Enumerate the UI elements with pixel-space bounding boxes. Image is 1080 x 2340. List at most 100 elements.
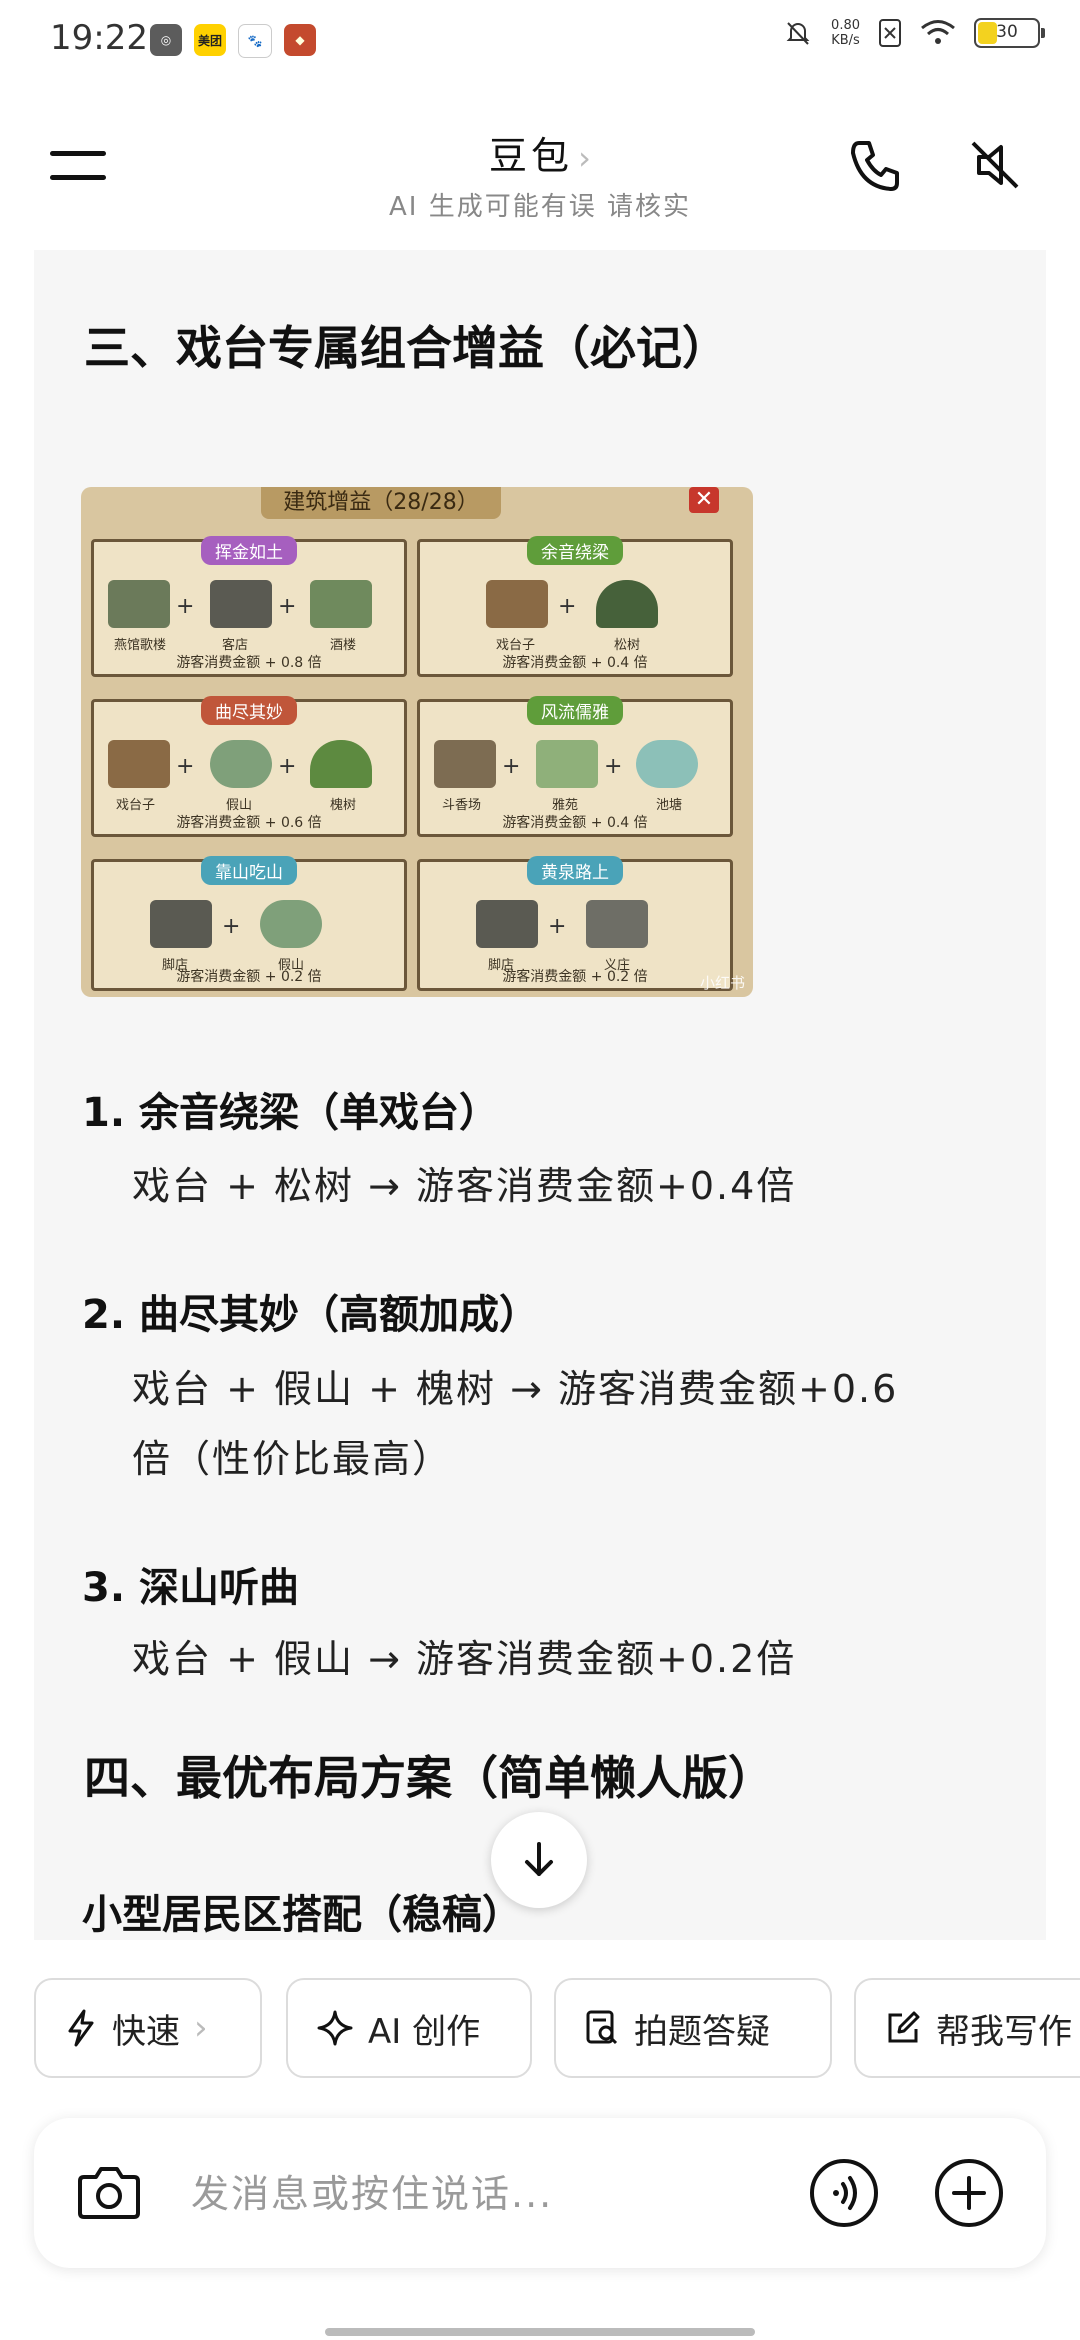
header-subtitle: AI 生成可能有误 请核实 [389, 192, 691, 222]
list-item-body: 戏台 + 松树 → 游客消费金额+0.4倍 [132, 1164, 797, 1208]
plus-icon: + [558, 594, 577, 619]
list-item-body: 倍（性价比最高） [132, 1437, 453, 1481]
pond-icon [636, 740, 698, 788]
tree-icon [310, 740, 372, 788]
status-right: 0.80 KB/s 30 [783, 18, 1045, 48]
phone-icon [851, 141, 899, 191]
call-button[interactable] [845, 135, 905, 195]
wifi-icon [921, 20, 955, 44]
list-item-body: 戏台 + 假山 → 游客消费金额+0.2倍 [132, 1637, 797, 1681]
plus-icon: + [278, 754, 297, 779]
menu-button[interactable] [50, 145, 110, 189]
chat-header: 豆包 › AI 生成可能有误 请核实 [0, 95, 1080, 245]
building-icon [108, 740, 170, 788]
building-name: 燕馆歌楼 [114, 638, 167, 653]
lightning-icon [68, 2009, 94, 2047]
building-name: 酒楼 [330, 638, 357, 653]
combo-panel: 黄泉路上 + 脚店 义庄 游客消费金额 + 0.2 倍 [417, 856, 733, 991]
message-content: 三、戏台专属组合增益（必记） 建筑增益（28/28） ✕ 挥金如土 + + 燕馆… [34, 250, 1046, 1940]
combo-panel: 靠山吃山 + 脚店 假山 游客消费金额 + 0.2 倍 [91, 856, 407, 991]
plus-icon: + [604, 754, 623, 779]
speaker-mute-button[interactable] [965, 135, 1025, 195]
list-item-body: 戏台 + 假山 + 槐树 → 游客消费金额+0.6 [132, 1367, 899, 1411]
plus-icon: + [548, 914, 567, 939]
building-name: 雅苑 [552, 798, 579, 813]
message-composer [34, 2118, 1046, 2268]
building-icon [434, 740, 496, 788]
meituan-icon: 美团 [194, 24, 226, 56]
building-icon [536, 740, 598, 788]
section-heading: 四、最优布局方案（简单懒人版） [84, 1751, 774, 1805]
edit-icon [888, 2011, 920, 2043]
building-icon [108, 580, 170, 628]
combo-panel: 风流儒雅 + + 斗香场 雅苑 池塘 游客消费金额 + 0.4 倍 [417, 696, 733, 837]
subheading: 小型居民区搭配（稳稿） [82, 1882, 522, 1940]
status-bar: 19:22 ◎ 美团 🐾 ◆ 0.80 KB/s 30 [0, 0, 1080, 80]
building-combo-image[interactable]: 建筑增益（28/28） ✕ 挥金如土 + + 燕馆歌楼 客店 酒楼 游客消费金额… [81, 487, 753, 997]
panel-footer: 游客消费金额 + 0.4 倍 [502, 655, 648, 671]
plus-circle-icon [935, 2159, 1003, 2227]
panel-tag: 余音绕梁 [527, 536, 623, 565]
combo-panel: 余音绕梁 + 戏台子 松树 游客消费金额 + 0.4 倍 [417, 536, 733, 677]
menu-line [50, 175, 106, 180]
baidu-icon: 🐾 [238, 24, 272, 58]
chip-write[interactable]: 帮我写作 [854, 1978, 1080, 2078]
status-app-icons: ◎ 美团 🐾 ◆ [150, 24, 316, 58]
chip-photo-question[interactable]: 拍题答疑 [554, 1978, 832, 2078]
panel-footer: 游客消费金额 + 0.6 倍 [176, 815, 322, 831]
image-header: 建筑增益（28/28） [261, 487, 501, 519]
building-icon [310, 580, 372, 628]
list-item-title: 2. 曲尽其妙（高额加成） [82, 1292, 539, 1338]
voice-call-button[interactable] [809, 2158, 879, 2228]
header-title-block[interactable]: 豆包 › AI 生成可能有误 请核实 [340, 125, 740, 223]
message-input[interactable] [189, 2163, 813, 2225]
camera-button[interactable] [76, 2161, 142, 2223]
plus-icon: + [222, 914, 241, 939]
chevron-right-icon: › [578, 139, 591, 177]
building-icon [476, 900, 538, 948]
weixin-icon: ◎ [150, 24, 182, 56]
mute-notification-icon [786, 22, 810, 45]
panel-footer: 游客消费金额 + 0.8 倍 [176, 655, 322, 671]
net-speed: 0.80 KB/s [831, 18, 860, 48]
building-icon [150, 900, 212, 948]
close-icon: ✕ [689, 487, 719, 513]
building-name: 斗香场 [442, 798, 482, 813]
building-name: 池塘 [656, 798, 683, 813]
plus-icon: + [278, 594, 297, 619]
section-heading: 三、戏台专属组合增益（必记） [84, 321, 728, 375]
tree-icon [596, 580, 658, 628]
plus-icon: + [502, 754, 521, 779]
chevron-right-icon: › [194, 2008, 208, 2048]
chip-fast[interactable]: 快速 › [34, 1978, 262, 2078]
home-indicator[interactable] [325, 2328, 755, 2336]
chip-label: 帮我写作 [936, 2011, 1072, 2052]
list-item-title: 1. 余音绕梁（单戏台） [82, 1090, 499, 1136]
building-icon [486, 580, 548, 628]
combo-panel: 挥金如土 + + 燕馆歌楼 客店 酒楼 游客消费金额 + 0.8 倍 [91, 536, 407, 677]
panel-footer: 游客消费金额 + 0.4 倍 [502, 815, 648, 831]
battery-level: 30 [996, 22, 1018, 42]
speaker-mute-icon [971, 141, 1019, 189]
add-attachment-button[interactable] [934, 2158, 1004, 2228]
chip-label: 拍题答疑 [634, 2011, 770, 2052]
quick-actions-row: 快速 › AI 创作 拍题答疑 帮我写作 [34, 1978, 1080, 2082]
battery-icon: 30 [974, 18, 1045, 48]
scroll-to-bottom-button[interactable] [491, 1812, 587, 1908]
panel-tag: 曲尽其妙 [201, 696, 297, 725]
menu-line [50, 151, 106, 156]
sim-off-icon [879, 19, 901, 47]
panel-tag: 黄泉路上 [527, 856, 623, 885]
building-name: 戏台子 [496, 638, 536, 653]
plus-icon: + [176, 754, 195, 779]
net-speed-unit: KB/s [831, 33, 860, 48]
panel-tag: 挥金如土 [201, 536, 297, 565]
building-icon [586, 900, 648, 948]
chip-ai-create[interactable]: AI 创作 [286, 1978, 532, 2078]
building-icon [210, 580, 272, 628]
chip-label: AI 创作 [368, 2011, 481, 2052]
scan-question-icon [586, 2010, 618, 2045]
chip-label: 快速 [112, 2011, 180, 2052]
status-time: 19:22 [50, 18, 148, 58]
sparkle-icon [317, 2010, 353, 2046]
